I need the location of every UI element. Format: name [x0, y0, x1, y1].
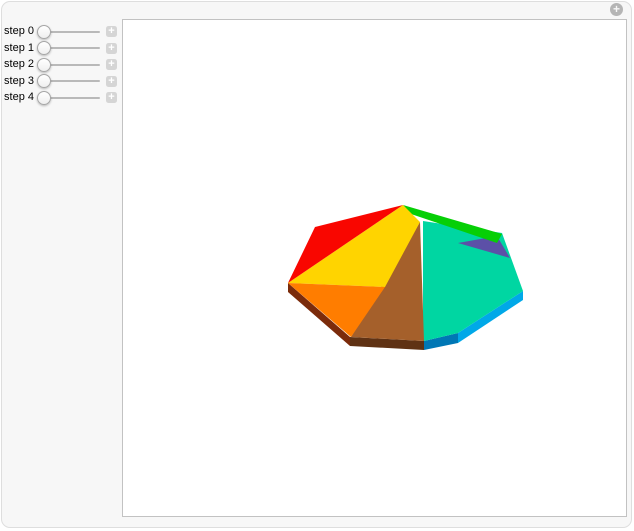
slider-row-step-4: step 4 +	[0, 90, 121, 105]
slider-label: step 3	[4, 74, 34, 87]
slider-expand-button[interactable]: +	[106, 26, 117, 37]
slider-label: step 2	[4, 58, 34, 71]
plus-icon: +	[612, 2, 620, 16]
slider-expand-button[interactable]: +	[106, 91, 117, 104]
plus-icon: +	[108, 91, 115, 104]
slider-row-step-1: step 1 +	[0, 41, 121, 56]
slider-thumb[interactable]	[37, 24, 51, 39]
control-panel: step 0 + step 1 + step 2 + step 3 + step…	[0, 24, 121, 108]
plus-icon: +	[108, 25, 115, 37]
slider-thumb[interactable]	[37, 74, 51, 89]
slider-row-step-3: step 3 +	[0, 74, 121, 89]
slider-track[interactable]	[37, 57, 100, 72]
figure-svg[interactable]	[123, 20, 626, 516]
slider-row-step-2: step 2 +	[0, 57, 121, 72]
slider-thumb[interactable]	[37, 57, 51, 72]
plus-icon: +	[108, 58, 115, 71]
slider-expand-button[interactable]: +	[106, 58, 117, 71]
slider-label: step 4	[4, 91, 34, 104]
slider-expand-button[interactable]: +	[106, 74, 117, 87]
slider-track[interactable]	[37, 41, 100, 56]
slider-track[interactable]	[37, 24, 100, 39]
manipulate-settings-button[interactable]: +	[610, 3, 623, 16]
slider-label: step 0	[4, 25, 34, 37]
plus-icon: +	[108, 74, 115, 87]
slider-row-step-0: step 0 +	[0, 24, 121, 39]
graphics-panel	[122, 19, 627, 517]
slider-label: step 1	[4, 41, 34, 54]
slider-expand-button[interactable]: +	[106, 41, 117, 54]
slider-track[interactable]	[37, 90, 100, 105]
slider-thumb[interactable]	[37, 41, 51, 56]
slider-track[interactable]	[37, 74, 100, 89]
plus-icon: +	[108, 41, 115, 54]
slider-thumb[interactable]	[37, 90, 51, 105]
piece-top-teal[interactable]	[423, 221, 523, 341]
